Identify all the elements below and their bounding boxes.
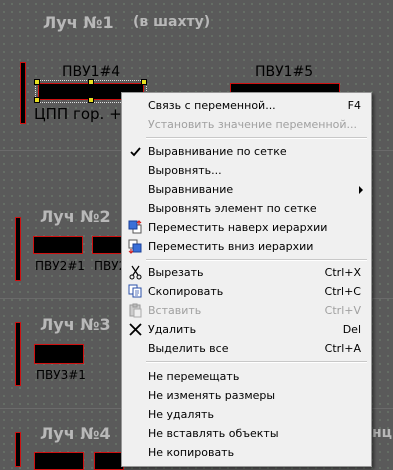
menu-item-label: Не вставлять объекты — [148, 427, 279, 440]
menu-item-paste: Вставить Ctrl+V — [124, 301, 369, 320]
ray2-title: Луч №2 — [40, 207, 111, 226]
menu-item-lock-paste[interactable]: Не вставлять объекты — [124, 424, 369, 443]
menu-item-copy[interactable]: Скопировать Ctrl+C — [124, 282, 369, 301]
device-label-pvu1-5: ПВУ1#5 — [255, 64, 314, 80]
menu-item-lock-move[interactable]: Не перемещать — [124, 367, 369, 386]
menu-item-shortcut: Ctrl+V — [324, 304, 361, 317]
menu-item-lock-delete[interactable]: Не удалять — [124, 405, 369, 424]
menu-item-align-dialog[interactable]: Выровнять... — [124, 161, 369, 180]
menu-item-send-to-back[interactable]: Переместить вниз иерархии — [124, 237, 369, 256]
menu-item-shortcut: Ctrl+A — [324, 342, 361, 355]
menu-separator — [146, 259, 367, 261]
menu-item-shortcut: Ctrl+C — [324, 285, 361, 298]
copy-icon — [128, 284, 143, 299]
menu-item-label: Вставить — [148, 304, 202, 317]
menu-item-shortcut: Ctrl+X — [324, 266, 361, 279]
menu-item-label: Выравнивание по сетке — [148, 145, 287, 158]
selection-handle[interactable] — [141, 79, 147, 85]
delete-icon — [128, 322, 143, 337]
device-label-pvu3-1: ПВУ3#1 — [36, 368, 86, 382]
menu-item-shortcut: Del — [342, 323, 361, 336]
selection-handle[interactable] — [88, 97, 94, 103]
device-block[interactable] — [34, 452, 84, 470]
device-label-pvu2-1: ПВУ2#1 — [35, 259, 85, 273]
device-label-cpp: ЦПП гор. +6 — [34, 105, 132, 123]
menu-item-label: Удалить — [148, 323, 197, 336]
ray4-title: Луч №4 — [40, 424, 111, 443]
device-label-pvu1-4: ПВУ1#4 — [62, 64, 121, 80]
submenu-arrow-icon — [359, 186, 363, 194]
menu-item-label: Переместить вниз иерархии — [148, 240, 314, 253]
send-to-back-icon — [128, 239, 143, 254]
menu-separator — [146, 137, 367, 139]
ray1-title: Луч №1 — [43, 13, 114, 32]
device-block[interactable] — [94, 452, 124, 470]
menu-item-shortcut: F4 — [347, 99, 361, 112]
menu-item-label: Установить значение переменной... — [148, 118, 358, 131]
menu-item-label: Выделить все — [148, 342, 229, 355]
device-block-pvu2-2[interactable] — [92, 236, 122, 254]
selection-handle[interactable] — [34, 97, 40, 103]
scissors-icon — [128, 265, 143, 280]
selection-handle[interactable] — [34, 79, 40, 85]
menu-item-set-variable-value: Установить значение переменной... — [124, 115, 369, 134]
bus-bar[interactable] — [15, 217, 21, 281]
device-block-pvu2-1[interactable] — [33, 236, 83, 254]
menu-item-link-variable[interactable]: Связь с переменной... F4 — [124, 96, 369, 115]
bring-to-front-icon — [128, 220, 143, 235]
context-menu[interactable]: Связь с переменной... F4 Установить знач… — [121, 92, 372, 467]
menu-item-label: Скопировать — [148, 285, 224, 298]
menu-item-select-all[interactable]: Выделить все Ctrl+A — [124, 339, 369, 358]
menu-item-label: Не удалять — [148, 408, 214, 421]
ray1-note: (в шахту) — [133, 14, 211, 30]
menu-item-label: Связь с переменной... — [148, 99, 276, 112]
menu-item-bring-to-front[interactable]: Переместить наверх иерархии — [124, 218, 369, 237]
menu-item-cut[interactable]: Вырезать Ctrl+X — [124, 263, 369, 282]
menu-item-label: Выровнять элемент по сетке — [148, 202, 317, 215]
menu-item-label: Не копировать — [148, 446, 235, 459]
ray3-title: Луч №3 — [40, 315, 111, 334]
menu-item-lock-copy[interactable]: Не копировать — [124, 443, 369, 462]
bus-bar[interactable] — [15, 322, 21, 386]
device-block-pvu3-1[interactable] — [34, 344, 84, 364]
menu-item-label: Не изменять размеры — [148, 389, 276, 402]
menu-item-alignment-submenu[interactable]: Выравнивание — [124, 180, 369, 199]
checkmark-icon — [128, 144, 143, 159]
menu-item-align-element-to-grid[interactable]: Выровнять элемент по сетке — [124, 199, 369, 218]
selection-handle[interactable] — [88, 79, 94, 85]
menu-item-label: Вырезать — [148, 266, 204, 279]
menu-item-delete[interactable]: Удалить Del — [124, 320, 369, 339]
menu-separator — [146, 361, 367, 363]
ray4-note-fragment: нц — [372, 425, 393, 441]
menu-item-lock-resize[interactable]: Не изменять размеры — [124, 386, 369, 405]
menu-item-label: Выровнять... — [148, 164, 222, 177]
menu-item-label: Переместить наверх иерархии — [148, 221, 328, 234]
menu-item-label: Выравнивание — [148, 183, 234, 196]
bus-bar[interactable] — [15, 432, 21, 467]
bus-bar[interactable] — [20, 62, 26, 124]
menu-item-snap-to-grid[interactable]: Выравнивание по сетке — [124, 142, 369, 161]
menu-item-label: Не перемещать — [148, 370, 240, 383]
paste-icon — [128, 303, 143, 318]
